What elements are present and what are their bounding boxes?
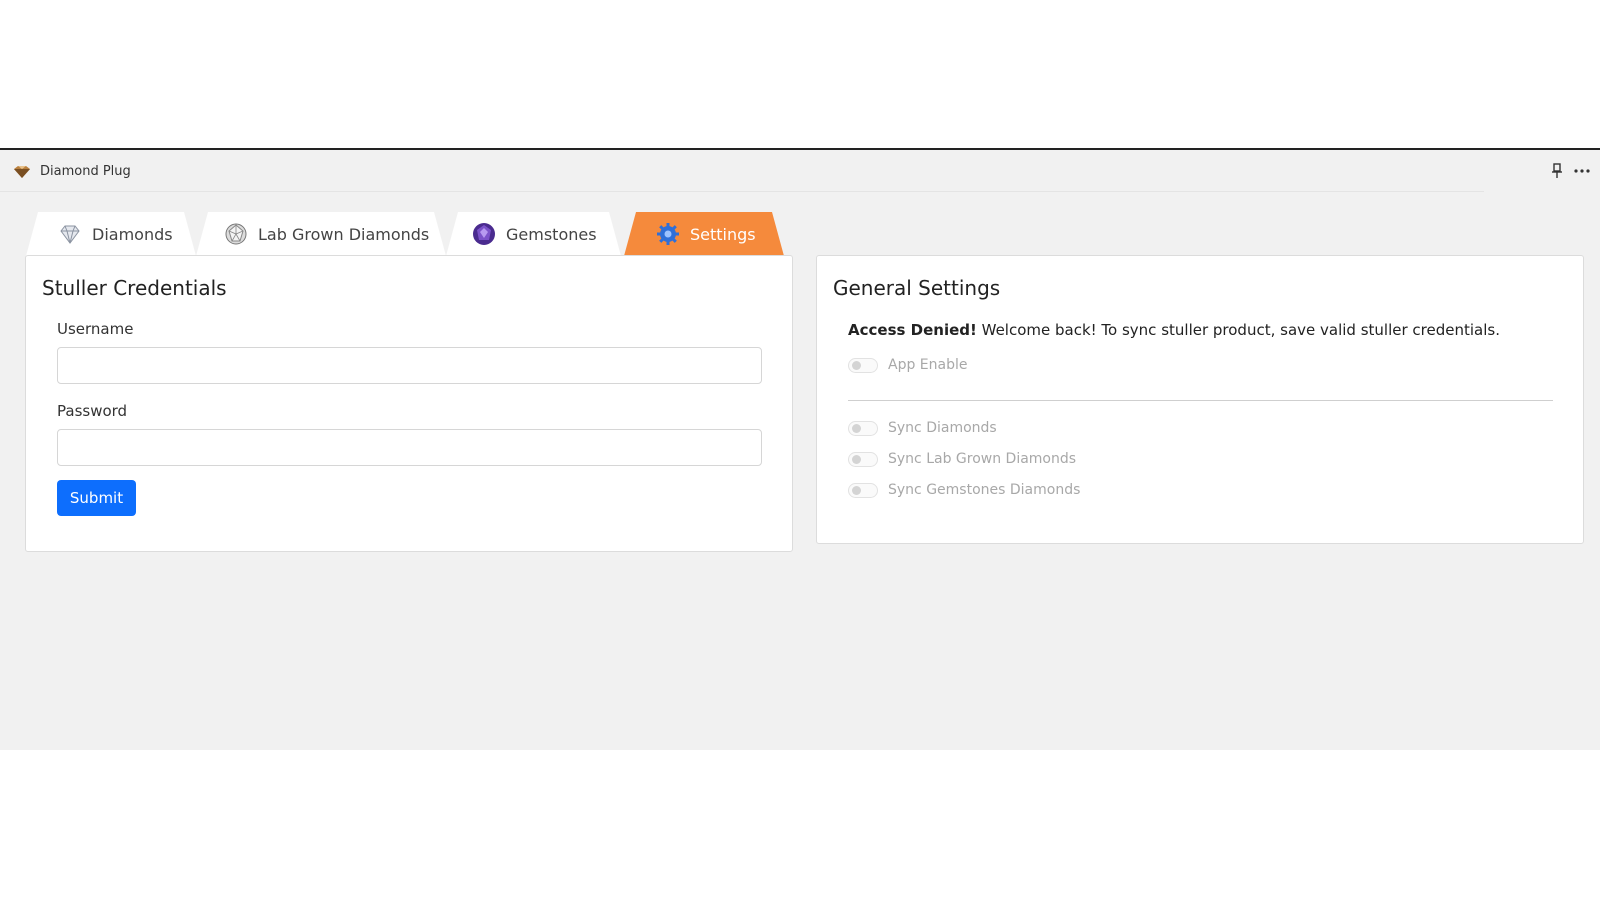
sync-diamonds-toggle[interactable] [848, 420, 878, 436]
toggle-knob [852, 485, 861, 495]
tab-label: Gemstones [506, 224, 597, 244]
toggle-label: App Enable [888, 357, 968, 373]
toggle-knob [852, 423, 861, 433]
gemstone-icon [473, 223, 495, 245]
app-title: Diamond Plug [40, 163, 131, 179]
card-title: General Settings [833, 276, 1001, 300]
diamond-plug-logo-icon [12, 164, 32, 178]
card-title: Stuller Credentials [42, 276, 227, 300]
username-field[interactable] [57, 347, 762, 384]
notice-bold: Access Denied! [848, 321, 977, 339]
toggle-label: Sync Diamonds [888, 420, 997, 436]
tab-diamonds[interactable]: Diamonds [26, 212, 196, 256]
sync-lab-grown-row: Sync Lab Grown Diamonds [848, 451, 1076, 467]
password-field[interactable] [57, 429, 762, 466]
sync-diamonds-row: Sync Diamonds [848, 420, 997, 436]
sync-gemstones-toggle[interactable] [848, 482, 878, 498]
general-settings-card: General Settings Access Denied! Welcome … [816, 255, 1584, 544]
toggle-knob [852, 454, 861, 464]
tab-label: Settings [690, 224, 756, 244]
tab-gemstones[interactable]: Gemstones [446, 212, 621, 256]
pin-icon[interactable] [1550, 163, 1564, 179]
app-window: Diamond Plug Diamonds Lab Grown Diamonds… [0, 148, 1600, 750]
gear-icon [657, 223, 679, 245]
notice-text: Welcome back! To sync stuller product, s… [976, 321, 1500, 339]
stuller-credentials-card: Stuller Credentials Username Password Su… [25, 255, 793, 552]
username-label: Username [57, 320, 134, 338]
settings-divider [848, 400, 1553, 401]
diamond-icon [60, 225, 80, 244]
submit-button[interactable]: Submit [57, 480, 136, 516]
tab-settings[interactable]: Settings [624, 212, 784, 256]
toggle-knob [852, 360, 861, 370]
more-options-icon[interactable] [1574, 163, 1590, 179]
app-header: Diamond Plug [0, 150, 1600, 192]
tab-label: Diamonds [92, 224, 173, 244]
tab-label: Lab Grown Diamonds [258, 224, 430, 244]
lab-diamond-icon [225, 223, 247, 245]
header-divider [0, 191, 1484, 192]
tab-lab-grown-diamonds[interactable]: Lab Grown Diamonds [196, 212, 446, 256]
app-enable-row: App Enable [848, 357, 968, 373]
sync-lab-grown-toggle[interactable] [848, 451, 878, 467]
password-label: Password [57, 402, 128, 420]
app-enable-toggle[interactable] [848, 357, 878, 373]
toggle-label: Sync Gemstones Diamonds [888, 482, 1081, 498]
toggle-label: Sync Lab Grown Diamonds [888, 451, 1077, 467]
sync-gemstones-row: Sync Gemstones Diamonds [848, 482, 1080, 498]
access-denied-notice: Access Denied! Welcome back! To sync stu… [848, 321, 1500, 339]
